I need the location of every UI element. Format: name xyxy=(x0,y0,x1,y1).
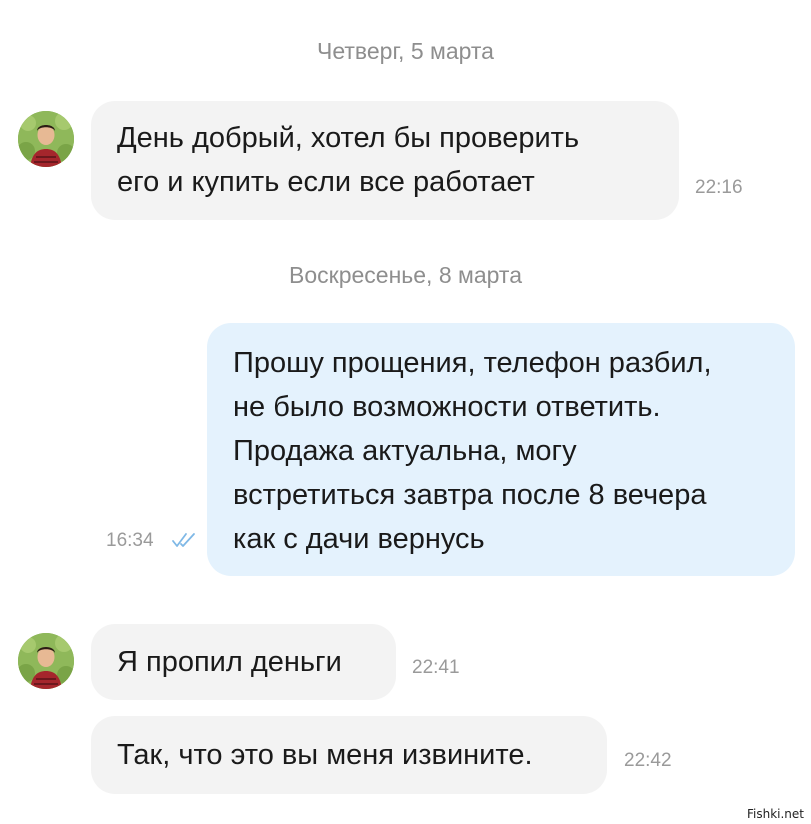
message-bubble-incoming[interactable]: Я пропил деньги xyxy=(91,624,396,700)
avatar-photo-icon xyxy=(18,111,74,167)
date-separator: Четверг, 5 марта xyxy=(317,38,494,64)
contact-avatar[interactable] xyxy=(18,111,74,167)
message-bubble-incoming[interactable]: Так, что это вы меня извините. xyxy=(91,716,607,794)
message-time: 22:42 xyxy=(624,750,672,771)
date-separator: Воскресенье, 8 марта xyxy=(289,262,522,288)
message-time: 22:41 xyxy=(412,657,460,678)
message-bubble-incoming[interactable]: День добрый, хотел бы проверить его и ку… xyxy=(91,101,679,220)
message-time: 16:34 xyxy=(106,530,154,551)
contact-avatar[interactable] xyxy=(18,633,74,689)
message-time: 22:16 xyxy=(695,177,743,198)
message-bubble-outgoing[interactable]: Прошу прощения, телефон разбил, не было … xyxy=(207,323,795,576)
avatar-photo-icon xyxy=(18,633,74,689)
read-receipt-icon xyxy=(172,533,195,547)
watermark: Fishki.net xyxy=(743,806,807,822)
